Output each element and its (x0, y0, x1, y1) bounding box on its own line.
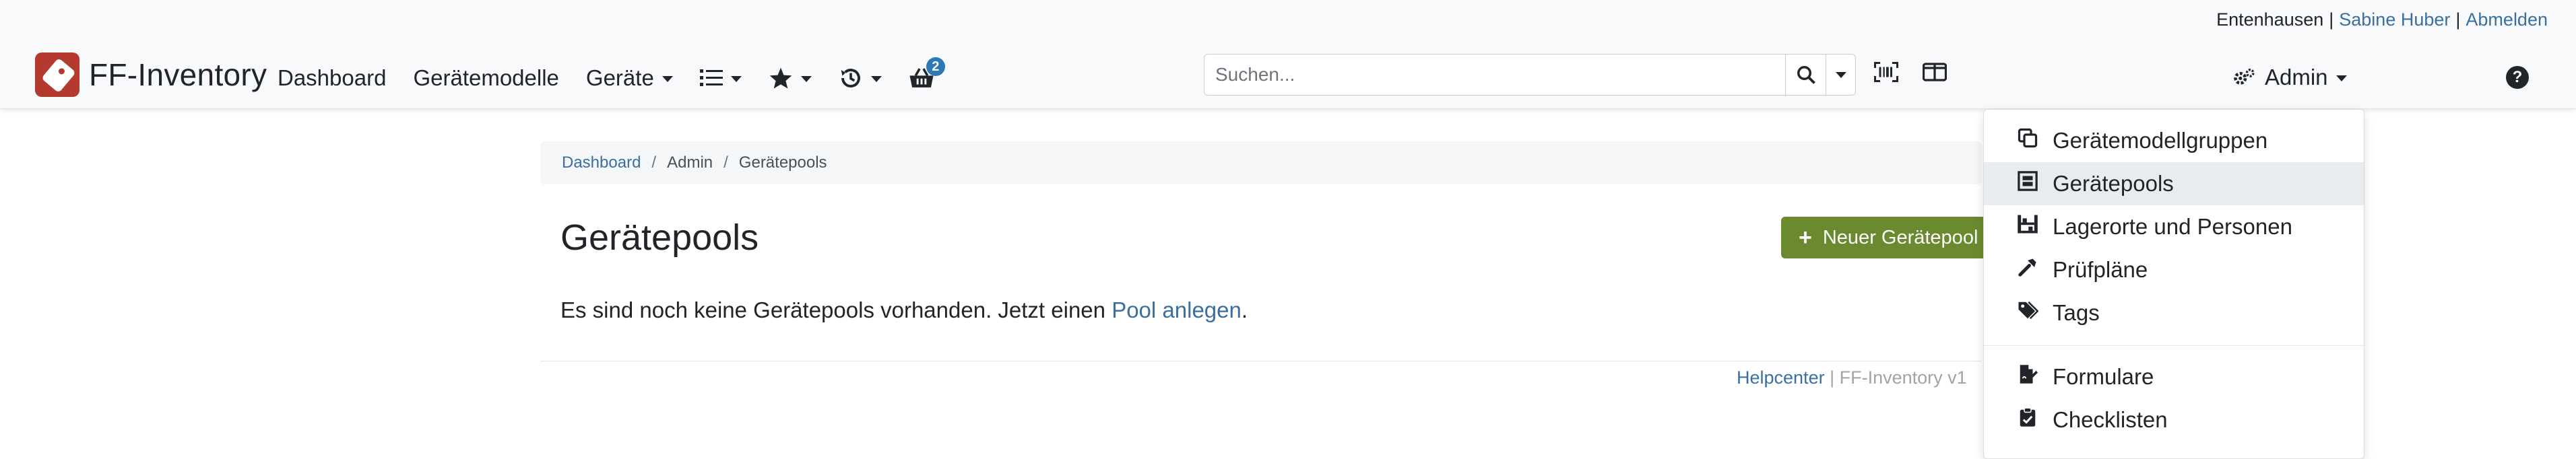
clipboard-check-icon (2015, 407, 2040, 433)
menu-item-forms[interactable]: Formulare (1984, 355, 2364, 398)
barcode-scan-icon (1874, 62, 1898, 82)
menu-item-tags[interactable]: Tags (1984, 291, 2364, 334)
pool-icon (2015, 171, 2040, 197)
menu-item-label: Prüfpläne (2053, 257, 2148, 282)
admin-menu-label: Admin (2265, 65, 2328, 90)
breadcrumb-dashboard[interactable]: Dashboard (562, 153, 641, 172)
nav-basket[interactable]: 2 (909, 57, 945, 90)
menu-item-label: Formulare (2053, 364, 2154, 389)
logout-link[interactable]: Abmelden (2466, 9, 2548, 30)
new-device-pool-label: Neuer Gerätepool (1822, 226, 1978, 248)
location-label: Entenhausen (2216, 9, 2324, 30)
footer-separator: | (1824, 367, 1840, 388)
chevron-down-icon (2336, 75, 2347, 81)
plus-icon: + (1799, 224, 1812, 250)
footer: Helpcenter | FF-Inventory v1 (1737, 367, 1967, 388)
nav-devices-label: Geräte (585, 65, 654, 90)
menu-item-label: Tags (2053, 300, 2100, 325)
hammer-icon (2015, 257, 2040, 283)
search-input[interactable] (1204, 54, 1786, 96)
user-bar: Entenhausen | Sabine Huber | Abmelden (2216, 9, 2548, 30)
list-icon (699, 69, 723, 86)
empty-state-suffix: . (1241, 297, 1248, 322)
breadcrumb-current: Gerätepools (738, 153, 827, 172)
columns-icon (1922, 63, 1947, 81)
columns-toggle-button[interactable] (1922, 62, 1947, 87)
brand-home-link[interactable]: FF-Inventory (35, 52, 267, 97)
chevron-down-icon (662, 76, 673, 82)
chevron-down-icon (800, 76, 812, 82)
chevron-down-icon (1835, 71, 1846, 78)
nav-lists-dropdown[interactable] (699, 68, 742, 88)
file-signature-icon (2015, 364, 2040, 390)
userbar-separator: | (2329, 9, 2334, 30)
tags-icon (2015, 300, 2040, 326)
main-nav: Dashboard Gerätemodelle Geräte 2 (278, 57, 961, 97)
user-profile-link[interactable]: Sabine Huber (2339, 9, 2450, 30)
breadcrumb-divider: / (723, 153, 728, 172)
nav-device-models[interactable]: Gerätemodelle (413, 65, 558, 91)
app-version: FF-Inventory v1 (1839, 367, 1967, 388)
barcode-scan-button[interactable] (1874, 62, 1898, 87)
admin-dropdown-menu: Gerätemodellgruppen Gerätepools Lagerort… (1983, 109, 2364, 459)
breadcrumb-divider: / (651, 153, 657, 172)
userbar-separator: | (2455, 9, 2461, 30)
empty-state-message: Es sind noch keine Gerätepools vorhanden… (560, 297, 1248, 323)
empty-state-text: Es sind noch keine Gerätepools vorhanden… (560, 297, 1112, 322)
chevron-down-icon (730, 76, 742, 82)
nav-dashboard[interactable]: Dashboard (278, 65, 386, 91)
breadcrumb-admin: Admin (667, 153, 713, 172)
history-icon (841, 69, 860, 87)
menu-divider (1984, 345, 2364, 346)
page-title: Gerätepools (560, 217, 759, 258)
warehouse-icon (2015, 214, 2040, 240)
create-pool-link[interactable]: Pool anlegen (1112, 297, 1242, 322)
search-options-dropdown[interactable] (1826, 54, 1856, 96)
chevron-down-icon (870, 76, 882, 82)
top-navbar: Entenhausen | Sabine Huber | Abmelden FF-Inv… (0, 0, 2576, 109)
search-icon (1797, 66, 1815, 84)
new-device-pool-button[interactable]: + Neuer Gerätepool (1781, 217, 1996, 258)
nav-devices-dropdown[interactable]: Geräte (586, 65, 673, 91)
admin-menu-toggle[interactable]: Admin (2232, 65, 2347, 90)
search-button[interactable] (1786, 54, 1826, 96)
basket-count-badge: 2 (926, 57, 945, 76)
nav-history-dropdown[interactable] (839, 66, 882, 90)
menu-item-device-model-groups[interactable]: Gerätemodellgruppen (1984, 119, 2364, 162)
brand-name: FF-Inventory (89, 57, 267, 92)
menu-item-inspection-plans[interactable]: Prüfpläne (1984, 248, 2364, 291)
tag-logo-icon (35, 52, 79, 97)
menu-item-checklists[interactable]: Checklisten (1984, 398, 2364, 442)
cogs-icon (2234, 69, 2255, 85)
breadcrumb: Dashboard / Admin / Gerätepools (540, 141, 1982, 184)
nav-favorites-dropdown[interactable] (769, 67, 812, 90)
menu-item-device-pools[interactable]: Gerätepools (1984, 162, 2364, 205)
menu-item-label: Gerätepools (2053, 171, 2174, 196)
menu-item-label: Lagerorte und Personen (2053, 214, 2292, 239)
clone-icon (2015, 128, 2040, 153)
menu-item-label: Checklisten (2053, 407, 2168, 432)
helpcenter-link[interactable]: Helpcenter (1737, 367, 1825, 388)
search-group (1204, 54, 1856, 96)
help-icon[interactable]: ? (2506, 66, 2529, 89)
star-icon (769, 67, 792, 89)
menu-item-locations-persons[interactable]: Lagerorte und Personen (1984, 205, 2364, 248)
menu-item-label: Gerätemodellgruppen (2053, 128, 2268, 153)
